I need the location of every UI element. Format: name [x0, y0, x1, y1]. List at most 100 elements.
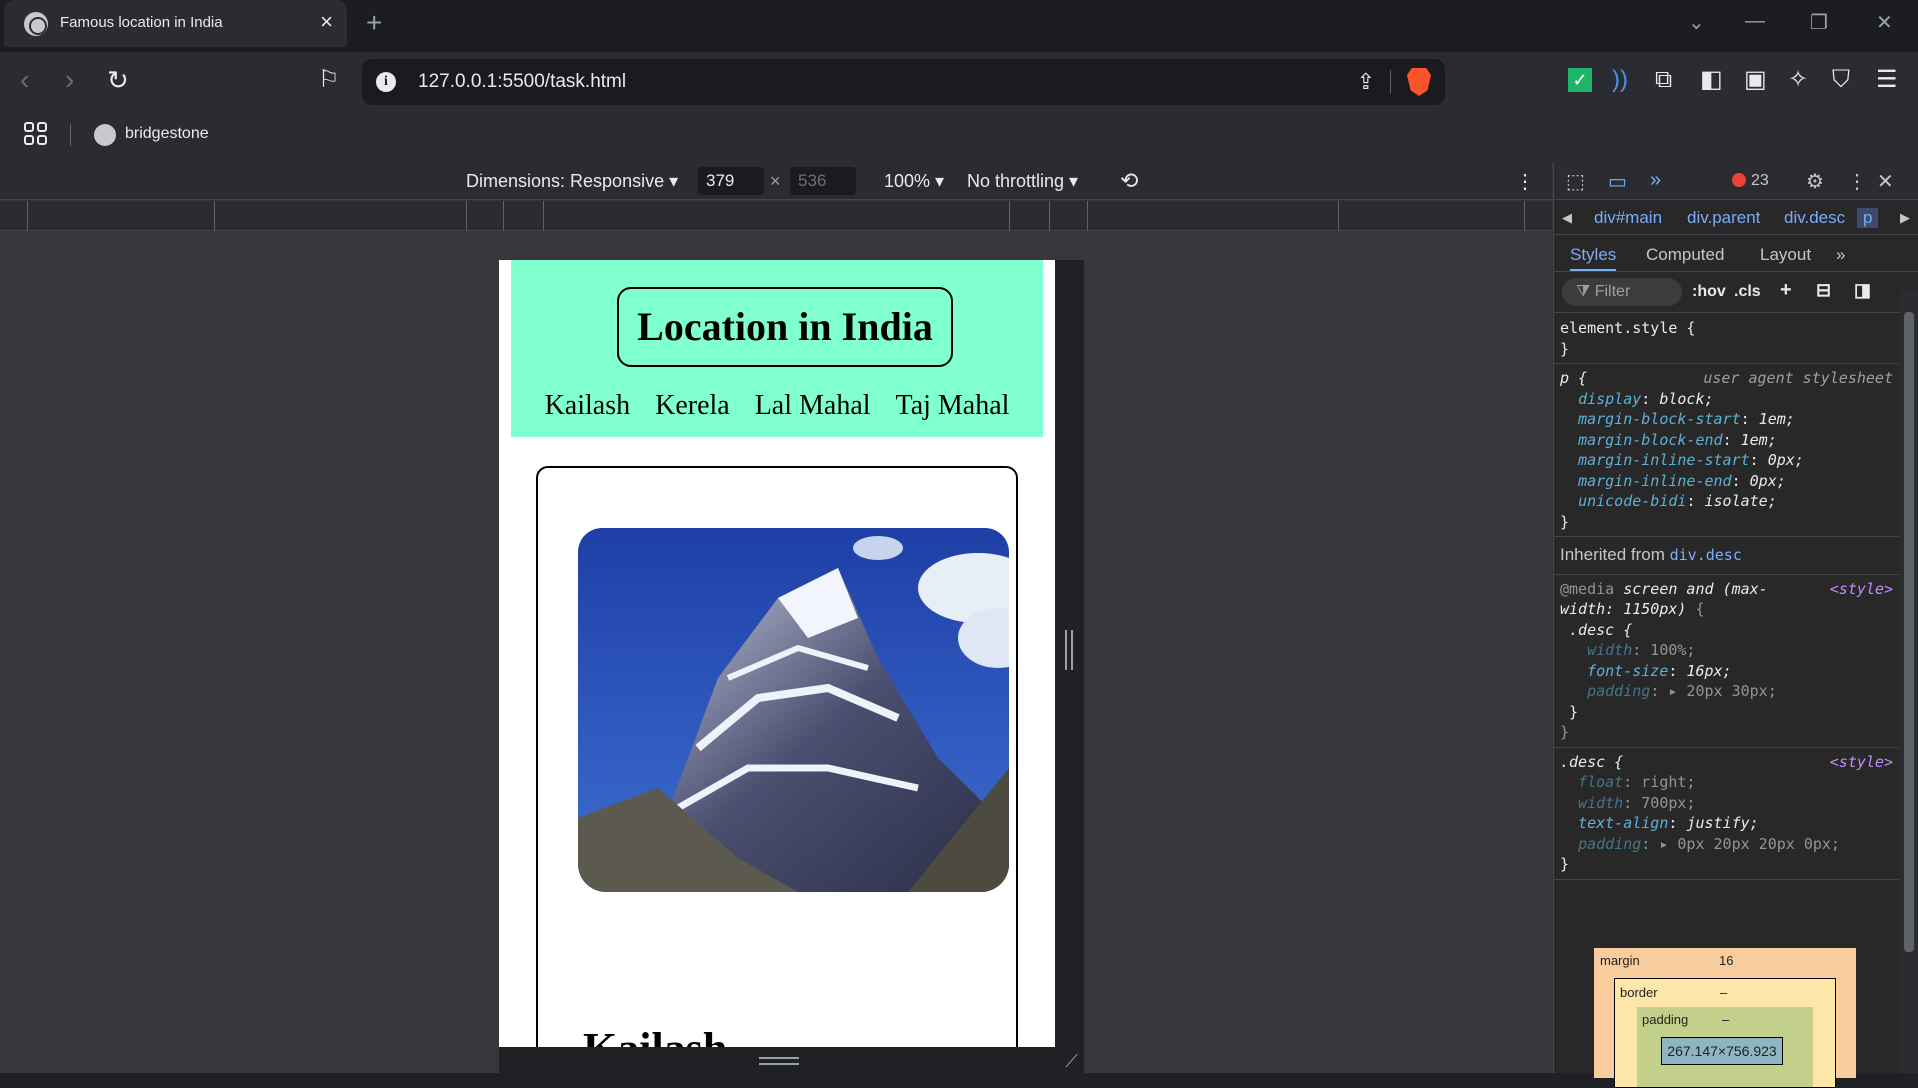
resize-grip-icon [759, 1057, 799, 1065]
menu-icon[interactable]: ☰ [1876, 66, 1898, 94]
apps-grid-icon[interactable] [24, 122, 48, 146]
ua-stylesheet-label: user agent stylesheet [1703, 369, 1893, 387]
scroll-thumb[interactable] [1904, 312, 1914, 952]
crumb-right-icon[interactable]: ▶ [1900, 210, 1910, 226]
chevron-down-icon[interactable]: ⌄ [1688, 10, 1705, 35]
hov-toggle[interactable]: :hov [1692, 283, 1726, 301]
devtools-close-icon[interactable]: ✕ [1877, 169, 1894, 194]
page-nav: Kailash Kerela Lal Mahal Taj Mahal [511, 390, 1043, 422]
device-toggle-icon[interactable]: ▭ [1608, 169, 1627, 194]
zoom-select[interactable]: 100% ▾ [884, 171, 944, 192]
bookmark-icon[interactable]: ⚐ [318, 65, 340, 95]
media-desc-rule: <style> @media screen and (max- width: 1… [1554, 575, 1899, 748]
margin-value[interactable]: 16 [1719, 953, 1733, 968]
filter-placeholder: Filter [1594, 283, 1631, 300]
element-style-rule: element.style { } [1554, 314, 1899, 364]
more-options-icon[interactable]: ⋮ [1515, 169, 1535, 194]
resize-corner-icon[interactable]: ⟋ [1065, 1051, 1078, 1072]
browser-toolbar: ‹ › ↻ ⚐ i 127.0.0.1:5500/task.html ⇪ ✓ )… [0, 52, 1918, 110]
close-tab-icon[interactable]: × [320, 10, 333, 34]
tab-layout[interactable]: Layout [1760, 245, 1811, 265]
content-size[interactable]: 267.147×756.923 [1661, 1037, 1783, 1065]
element-style-selector: element.style { [1560, 319, 1696, 337]
back-icon[interactable]: ‹ [20, 65, 29, 95]
bookmarks-divider [70, 124, 71, 146]
padding-value[interactable]: – [1722, 1012, 1729, 1027]
crumb-div-parent[interactable]: div.parent [1687, 208, 1760, 228]
extensions-puzzle-icon[interactable]: ⧉ [1655, 66, 1672, 94]
wallet-icon[interactable]: ▣ [1744, 66, 1767, 94]
minimize-icon[interactable]: — [1745, 10, 1765, 33]
filter-input[interactable]: ⧩ Filter [1562, 278, 1682, 306]
crumb-div-main[interactable]: div#main [1594, 208, 1662, 228]
content-area: Dimensions: Responsive ▾ 379 × 536 100% … [0, 162, 1918, 1088]
nav-link-kerela[interactable]: Kerela [655, 390, 730, 421]
width-input[interactable]: 379 [698, 167, 764, 195]
rotate-icon[interactable]: ⟲ [1120, 168, 1138, 194]
nav-link-taj-mahal[interactable]: Taj Mahal [896, 390, 1010, 421]
vpn-shield-icon[interactable]: ⛉ [1832, 66, 1850, 94]
inherited-label: Inherited from [1560, 545, 1665, 564]
style-source-link[interactable]: <style> [1830, 752, 1893, 773]
leo-ai-icon[interactable]: ✧ [1788, 66, 1808, 94]
margin-label: margin [1600, 953, 1640, 968]
bookmark-bridgestone[interactable]: bridgestone [125, 125, 209, 143]
nav-link-lal-mahal[interactable]: Lal Mahal [755, 390, 871, 421]
new-tab-icon[interactable]: + [366, 8, 382, 38]
border-value[interactable]: – [1720, 985, 1727, 1000]
styles-rules: element.style { } p { user agent stylesh… [1554, 314, 1899, 880]
devtools-scrollbar[interactable] [1900, 292, 1918, 1073]
location-card: Kailash [536, 466, 1018, 1047]
resize-grip-icon [1065, 630, 1073, 670]
devtools-top-bar: ⬚ ▭ » 23 ⚙ ⋮ ✕ [1554, 162, 1918, 200]
bookmarks-bar: bridgestone [0, 110, 1918, 162]
height-input[interactable]: 536 [790, 167, 856, 195]
cls-toggle[interactable]: .cls [1734, 283, 1761, 301]
styles-tabs: Styles Computed Layout » [1554, 236, 1918, 272]
padding-label: padding [1642, 1012, 1689, 1027]
desc-rule: <style> .desc { float: right; width: 700… [1554, 748, 1899, 880]
extension-check-icon[interactable]: ✓ [1568, 68, 1592, 92]
paint-icon[interactable]: ⊟ [1816, 280, 1831, 301]
more-tabs-icon[interactable]: » [1650, 169, 1661, 192]
address-bar[interactable]: i 127.0.0.1:5500/task.html ⇪ [362, 59, 1445, 105]
tab-strip: Famous location in India × + ⌄ — ❐ ✕ [0, 0, 1918, 52]
sidebar-icon[interactable]: ◧ [1700, 66, 1723, 94]
inherited-from-link[interactable]: div.desc [1670, 546, 1742, 564]
inspect-element-icon[interactable]: ⬚ [1566, 169, 1585, 194]
share-icon[interactable]: ⇪ [1357, 69, 1375, 95]
ua-p-rule: p { user agent stylesheet display: block… [1554, 364, 1899, 537]
border-box: border – padding – 267.147×756.923 [1614, 978, 1836, 1088]
site-info-icon[interactable]: i [376, 72, 396, 92]
throttling-select[interactable]: No throttling ▾ [967, 171, 1078, 192]
device-toolbar: Dimensions: Responsive ▾ 379 × 536 100% … [0, 162, 1552, 200]
extension-wave-icon[interactable]: )) [1612, 66, 1628, 94]
tab-computed[interactable]: Computed [1646, 245, 1724, 265]
omnibox-divider [1390, 70, 1391, 94]
error-count[interactable]: 23 [1732, 172, 1769, 190]
window-close-icon[interactable]: ✕ [1876, 10, 1893, 35]
tab-styles[interactable]: Styles [1570, 245, 1617, 271]
style-source-link[interactable]: <style> [1830, 579, 1893, 600]
devtools-menu-icon[interactable]: ⋮ [1847, 169, 1867, 194]
border-label: border [1620, 985, 1658, 1000]
crumb-p[interactable]: p [1857, 208, 1879, 228]
new-rule-icon[interactable]: + [1780, 279, 1792, 302]
browser-tab[interactable]: Famous location in India × [4, 0, 347, 47]
forward-icon[interactable]: › [65, 65, 74, 95]
settings-gear-icon[interactable]: ⚙ [1806, 169, 1824, 194]
restore-icon[interactable]: ❐ [1810, 10, 1828, 35]
viewport-resize-handle-right[interactable] [1055, 260, 1084, 1047]
crumb-left-icon[interactable]: ◀ [1562, 210, 1572, 226]
crumb-div-desc[interactable]: div.desc [1784, 208, 1845, 228]
reload-icon[interactable]: ↻ [107, 65, 129, 95]
brave-shields-icon[interactable] [1407, 68, 1431, 96]
more-tabs-icon[interactable]: » [1836, 245, 1845, 265]
globe-icon [94, 124, 116, 146]
toggle-sidebar-icon[interactable]: ◨ [1854, 280, 1871, 301]
inherited-header: Inherited from div.desc [1554, 537, 1899, 575]
dimensions-select[interactable]: Dimensions: Responsive ▾ [466, 171, 678, 192]
viewport-resize-handle-bottom[interactable]: ⟋ [499, 1047, 1084, 1073]
emulated-viewport: Location in India Kailash Kerela Lal Mah… [499, 260, 1055, 1047]
nav-link-kailash[interactable]: Kailash [545, 390, 631, 421]
